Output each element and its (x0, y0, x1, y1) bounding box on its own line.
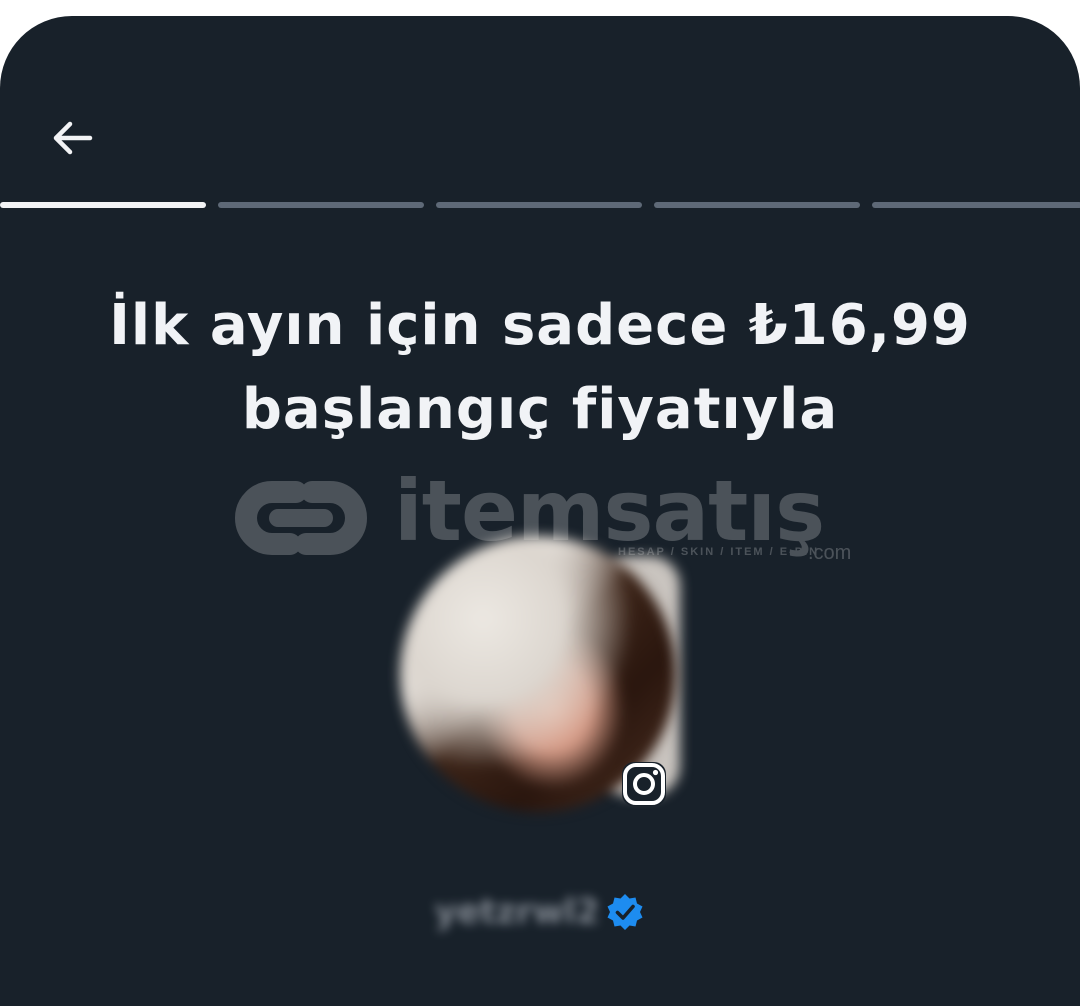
watermark-domain: .com (808, 542, 852, 564)
arrow-left-icon (53, 121, 93, 155)
profile-avatar-container (400, 536, 680, 816)
profile-username-row: yetzrwl2 (0, 882, 1080, 942)
watermark-logo-icon (235, 481, 367, 555)
offer-headline-line2: başlangıç fiyatıyla (241, 377, 839, 442)
offer-headline: İlk ayın için sadece ₺16,99 başlangıç fi… (40, 284, 1040, 452)
profile-username: yetzrwl2 (434, 892, 600, 932)
step-progress-bar (0, 202, 1080, 208)
progress-segment-5 (872, 202, 1080, 208)
progress-segment-4 (654, 202, 860, 208)
verified-badge-icon (607, 894, 643, 930)
back-button[interactable] (40, 106, 104, 170)
offer-headline-line1: İlk ayın için sadece ₺16,99 (109, 293, 971, 358)
progress-segment-1 (0, 202, 206, 208)
instagram-icon (622, 762, 666, 806)
progress-segment-3 (436, 202, 642, 208)
subscription-sheet: İlk ayın için sadece ₺16,99 başlangıç fi… (0, 16, 1080, 1006)
progress-segment-2 (218, 202, 424, 208)
